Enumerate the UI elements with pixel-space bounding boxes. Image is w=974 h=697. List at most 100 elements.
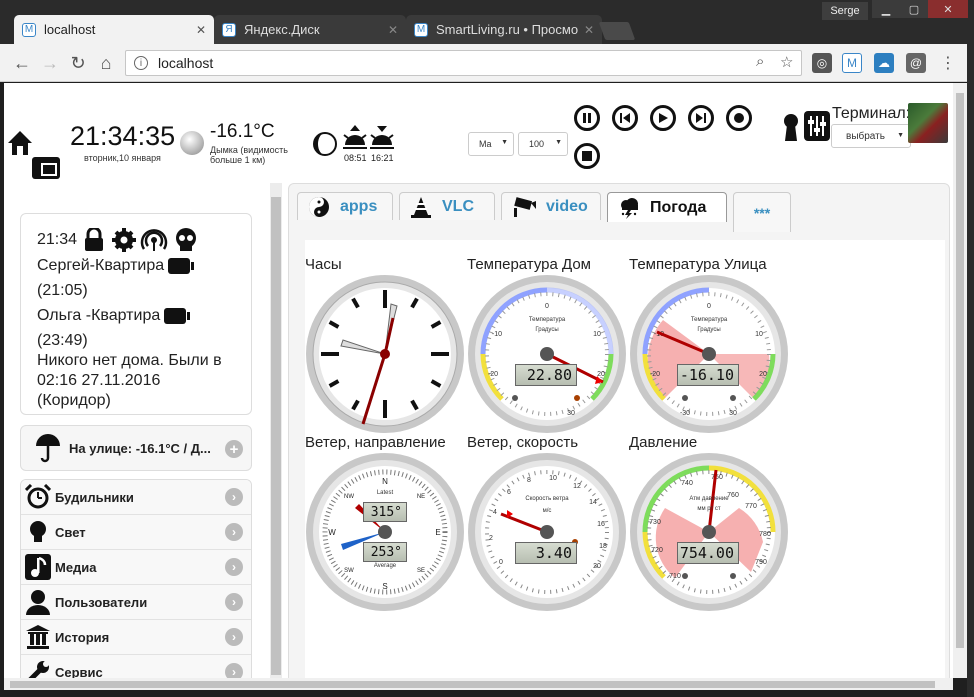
tab-label: VLC xyxy=(442,197,474,215)
page-vertical-scrollbar[interactable] xyxy=(953,83,967,678)
maximize-button[interactable]: ▢ xyxy=(900,0,928,18)
compass-west: W xyxy=(328,528,336,537)
browser-tab-localhost[interactable]: M localhost ✕ xyxy=(14,15,214,44)
media-source-select[interactable]: Ma ▼ xyxy=(468,132,514,156)
close-tab-icon[interactable]: ✕ xyxy=(388,23,398,37)
yin-yang-icon xyxy=(308,196,330,218)
zoom-icon[interactable]: ⌕ xyxy=(756,53,764,70)
tab-favicon: Я xyxy=(222,22,236,37)
lock-icon xyxy=(85,228,104,251)
sidebar-scrollbar-thumb[interactable] xyxy=(271,197,281,675)
sunrise-time: 08:51 xyxy=(344,153,367,163)
previous-button[interactable] xyxy=(612,105,638,131)
compass-south: S xyxy=(382,582,387,591)
person2-time: (23:49) xyxy=(37,332,88,349)
majordomo-extension-icon[interactable]: M xyxy=(842,53,862,73)
sync-extension-icon[interactable]: @ xyxy=(906,53,926,73)
phone-icon xyxy=(164,308,191,324)
reload-button[interactable]: ↻ xyxy=(66,51,90,75)
sidebar-item-alarms[interactable]: Будильники › xyxy=(21,480,251,515)
sidebar-item-service[interactable]: Сервис › xyxy=(21,655,251,678)
outdoor-weather-bar[interactable]: На улице: -16.1°C / Д... + xyxy=(20,425,252,471)
volume-value: 100 xyxy=(529,139,545,149)
profile-button[interactable]: Serge xyxy=(822,2,868,20)
sidebar-item-users[interactable]: Пользователи › xyxy=(21,585,251,620)
cone-icon xyxy=(410,196,432,218)
browser-tab-yandex[interactable]: Я Яндекс.Диск ✕ xyxy=(214,15,406,44)
chevron-right-icon: › xyxy=(225,593,243,611)
gauge-title-pressure: Давление xyxy=(629,434,698,451)
sidebar-item-history[interactable]: История › xyxy=(21,620,251,655)
wrench-icon xyxy=(25,659,51,678)
close-window-button[interactable]: ✕ xyxy=(928,0,968,18)
sunrise-icon xyxy=(343,125,367,149)
cloud-extension-icon[interactable]: ☁ xyxy=(874,53,894,73)
tick-label-30: 30 xyxy=(567,410,575,417)
stop-button[interactable] xyxy=(574,143,600,169)
tick-label-20: 20 xyxy=(593,563,601,570)
next-button[interactable] xyxy=(688,105,714,131)
pause-button[interactable] xyxy=(574,105,600,131)
wind-latest-value: 315° xyxy=(363,502,407,522)
tab-weather[interactable]: Погода xyxy=(607,192,727,222)
sidebar-scrollbar[interactable] xyxy=(270,183,282,678)
site-info-icon[interactable]: i xyxy=(134,56,148,70)
person1-location: Сергей-Квартира xyxy=(37,257,165,274)
tick-label-18: 18 xyxy=(599,543,607,550)
play-button[interactable] xyxy=(650,105,676,131)
tick-label-730: 730 xyxy=(649,519,661,526)
tick-label-720: 720 xyxy=(651,547,663,554)
tab-video[interactable]: video xyxy=(501,192,601,220)
compass-north: N xyxy=(382,477,388,486)
tick-label-750: 750 xyxy=(711,474,723,481)
volume-select[interactable]: 100 ▼ xyxy=(518,132,568,156)
keyhole-icon[interactable] xyxy=(782,113,800,143)
sidebar-item-light[interactable]: Свет › xyxy=(21,515,251,550)
menu-icon[interactable]: ⋮ xyxy=(938,53,958,73)
new-tab-button[interactable] xyxy=(598,22,636,40)
close-tab-icon[interactable]: ✕ xyxy=(584,23,594,37)
address-bar[interactable]: i localhost ⌕ ☆ xyxy=(125,50,802,76)
header-temperature: -16.1°C xyxy=(210,121,275,142)
record-button[interactable] xyxy=(726,105,752,131)
alarm-clock-icon xyxy=(25,484,51,510)
minimize-button[interactable]: ▁ xyxy=(872,0,900,18)
tab-title: SmartLiving.ru • Просмо xyxy=(436,22,578,37)
browser-tab-smartliving[interactable]: M SmartLiving.ru • Просмо ✕ xyxy=(406,15,602,44)
next-icon xyxy=(696,113,706,123)
page-horizontal-scrollbar[interactable] xyxy=(4,678,953,690)
close-tab-icon[interactable]: ✕ xyxy=(196,23,206,37)
sidebar-item-label: Пользователи xyxy=(55,594,148,610)
chevron-right-icon: › xyxy=(225,488,243,506)
pressure-unit: мм рт ст xyxy=(697,506,721,512)
gauge-title-wind-speed: Ветер, скорость xyxy=(467,434,579,451)
tick-label-20: 20 xyxy=(759,371,767,378)
back-button[interactable]: ← xyxy=(10,51,34,75)
sidebar-item-media[interactable]: Медиа › xyxy=(21,550,251,585)
tab-vlc[interactable]: VLC xyxy=(399,192,495,220)
tick-label-30: 30 xyxy=(729,410,737,417)
home-button[interactable]: ⌂ xyxy=(94,51,118,75)
page-vertical-scrollbar-thumb[interactable] xyxy=(956,93,964,648)
extension-icon[interactable]: ◎ xyxy=(812,53,832,73)
home-icon[interactable] xyxy=(6,127,34,157)
chevron-down-icon: ▼ xyxy=(897,132,904,139)
settings-sliders-icon[interactable] xyxy=(804,111,830,141)
sidebar-item-label: Будильники xyxy=(55,489,134,505)
page-horizontal-scrollbar-thumb[interactable] xyxy=(10,681,935,688)
music-note-icon xyxy=(25,554,51,580)
wind-speed-unit-title: Скорость ветра xyxy=(525,496,569,502)
camera-icon xyxy=(512,196,536,218)
tick-label-neg20: -20 xyxy=(650,371,660,378)
pressure-value: 754.00 xyxy=(677,542,739,564)
tab-more[interactable]: *** xyxy=(733,192,791,232)
display-toggle-icon[interactable] xyxy=(32,157,60,179)
forward-button[interactable]: → xyxy=(38,51,62,75)
terminal-select[interactable]: выбрать ▼ xyxy=(831,124,911,148)
wind-average-value: 253° xyxy=(363,542,407,562)
pressure-unit-title: Атм давление xyxy=(689,496,729,502)
bookmark-star-icon[interactable]: ☆ xyxy=(780,53,793,71)
tab-apps[interactable]: apps xyxy=(297,192,393,220)
expand-plus-icon[interactable]: + xyxy=(225,440,243,458)
avatar[interactable] xyxy=(908,103,948,143)
